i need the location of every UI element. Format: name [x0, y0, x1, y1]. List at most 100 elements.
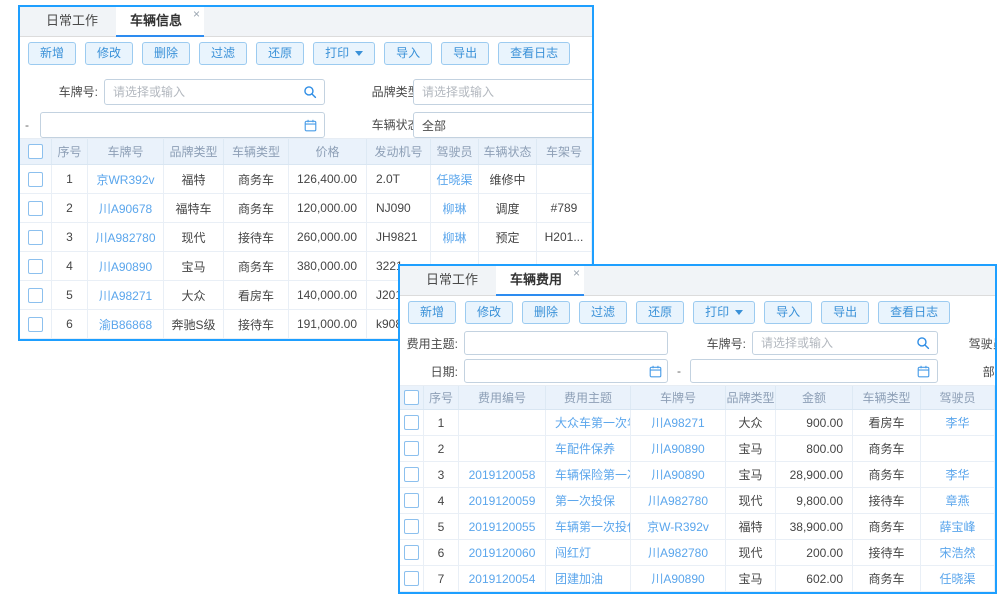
tab-close-icon[interactable]: × — [193, 8, 200, 20]
plate-number-input[interactable] — [104, 79, 325, 105]
checkbox[interactable] — [28, 144, 43, 159]
delete-button[interactable]: 删除 — [142, 42, 190, 65]
calendar-icon[interactable] — [649, 365, 662, 378]
add-button[interactable]: 新增 — [28, 42, 76, 65]
cell-link[interactable]: 柳琳 — [431, 194, 479, 222]
cell: 9,800.00 — [776, 488, 853, 513]
cell-link[interactable]: 车辆保险第一次... — [546, 462, 631, 487]
cell-link[interactable]: 闯红灯 — [546, 540, 631, 565]
calendar-icon[interactable] — [304, 119, 317, 132]
cell-link[interactable]: 薛宝峰 — [921, 514, 995, 539]
cell-link[interactable]: 李华 — [921, 462, 995, 487]
edit-button[interactable]: 修改 — [465, 301, 513, 324]
search-icon[interactable] — [303, 85, 317, 99]
tab-vehicle-cost[interactable]: 车辆费用× — [496, 266, 584, 296]
cell-link[interactable]: 2019120060 — [459, 540, 546, 565]
view-log-button[interactable]: 查看日志 — [498, 42, 570, 65]
checkbox[interactable] — [28, 230, 43, 245]
table-row: 72019120054团建加油川A90890宝马602.00商务车任晓渠 — [400, 566, 995, 592]
plate-number-input[interactable] — [752, 331, 938, 355]
restore-button[interactable]: 还原 — [636, 301, 684, 324]
date-from-input[interactable] — [464, 359, 668, 383]
edit-button[interactable]: 修改 — [85, 42, 133, 65]
cell: 商务车 — [224, 252, 289, 280]
tab-daily-work[interactable]: 日常工作 — [32, 7, 116, 36]
restore-button[interactable]: 还原 — [256, 42, 304, 65]
checkbox[interactable] — [28, 288, 43, 303]
cell: 福特车 — [164, 194, 224, 222]
cell-link[interactable]: 宋浩然 — [921, 540, 995, 565]
checkbox[interactable] — [404, 545, 419, 560]
checkbox[interactable] — [404, 571, 419, 586]
cell-link[interactable]: 川A90890 — [88, 252, 164, 280]
cell-link[interactable]: 川A982780 — [88, 223, 164, 251]
checkbox[interactable] — [28, 259, 43, 274]
cell-link[interactable]: 京W-R392v — [631, 514, 726, 539]
checkbox[interactable] — [404, 519, 419, 534]
import-button[interactable]: 导入 — [764, 301, 812, 324]
cell-link[interactable]: 2019120058 — [459, 462, 546, 487]
checkbox[interactable] — [404, 493, 419, 508]
checkbox[interactable] — [28, 172, 43, 187]
cell-link[interactable]: 2019120054 — [459, 566, 546, 591]
cell-link[interactable]: 川A90890 — [631, 462, 726, 487]
cell-link[interactable]: 车辆第一次投保 — [546, 514, 631, 539]
cost-subject-input[interactable] — [464, 331, 668, 355]
cell-link[interactable]: 川A98271 — [88, 281, 164, 309]
print-button[interactable]: 打印 — [693, 301, 755, 324]
tab-close-icon[interactable]: × — [573, 267, 580, 279]
cell: 4 — [52, 252, 88, 280]
cell-link[interactable]: 任晓渠 — [921, 566, 995, 591]
cell-link[interactable]: 车配件保养 — [546, 436, 631, 461]
cell-link[interactable]: 川A982780 — [631, 488, 726, 513]
checkbox[interactable] — [404, 467, 419, 482]
cell-link[interactable]: 章燕 — [921, 488, 995, 513]
search-icon[interactable] — [916, 336, 930, 350]
cell-link[interactable]: 渝B86868 — [88, 310, 164, 338]
cell-link[interactable]: 川A982780 — [631, 540, 726, 565]
date-range-separator: - — [677, 364, 681, 378]
cell: 2 — [52, 194, 88, 222]
checkbox[interactable] — [404, 415, 419, 430]
view-log-button[interactable]: 查看日志 — [878, 301, 950, 324]
vehicle-status-select[interactable]: 全部 — [413, 112, 594, 138]
calendar-icon[interactable] — [917, 365, 930, 378]
export-button[interactable]: 导出 — [821, 301, 869, 324]
checkbox[interactable] — [28, 317, 43, 332]
cell-link[interactable]: 李华 — [921, 410, 995, 435]
column-header: 费用编号 — [459, 386, 546, 409]
checkbox[interactable] — [404, 441, 419, 456]
print-button[interactable]: 打印 — [313, 42, 375, 65]
cell-link[interactable]: 第一次投保 — [546, 488, 631, 513]
cell-link[interactable]: 2019120059 — [459, 488, 546, 513]
button-label: 还原 — [268, 47, 292, 60]
add-button[interactable]: 新增 — [408, 301, 456, 324]
cell: 602.00 — [776, 566, 853, 591]
cell-link[interactable]: 川A90890 — [631, 436, 726, 461]
filter-button[interactable]: 过滤 — [199, 42, 247, 65]
cell-link[interactable]: 任晓渠 — [431, 165, 479, 193]
date-to-input[interactable] — [690, 359, 938, 383]
cell: 福特 — [164, 165, 224, 193]
cell-link[interactable]: 京WR392v — [88, 165, 164, 193]
table-header-row: 序号费用编号费用主题车牌号品牌类型金额车辆类型驾驶员 — [400, 386, 995, 410]
cell-link[interactable]: 川A90678 — [88, 194, 164, 222]
filter-button[interactable]: 过滤 — [579, 301, 627, 324]
date-label: 日期: — [400, 365, 458, 379]
checkbox[interactable] — [28, 201, 43, 216]
date-input[interactable] — [40, 112, 325, 138]
cell-link[interactable]: 2019120055 — [459, 514, 546, 539]
checkbox[interactable] — [404, 390, 419, 405]
cell-link[interactable]: 团建加油 — [546, 566, 631, 591]
tab-daily-work[interactable]: 日常工作 — [412, 266, 496, 295]
delete-button[interactable]: 删除 — [522, 301, 570, 324]
cell-link[interactable]: 川A98271 — [631, 410, 726, 435]
import-button[interactable]: 导入 — [384, 42, 432, 65]
cell-link[interactable]: 柳琳 — [431, 223, 479, 251]
cell-link[interactable]: 川A90890 — [631, 566, 726, 591]
export-button[interactable]: 导出 — [441, 42, 489, 65]
cell-link[interactable]: 大众车第一次年检 — [546, 410, 631, 435]
brand-type-input[interactable] — [413, 79, 594, 105]
tab-vehicle-info[interactable]: 车辆信息× — [116, 7, 204, 37]
cell: 200.00 — [776, 540, 853, 565]
